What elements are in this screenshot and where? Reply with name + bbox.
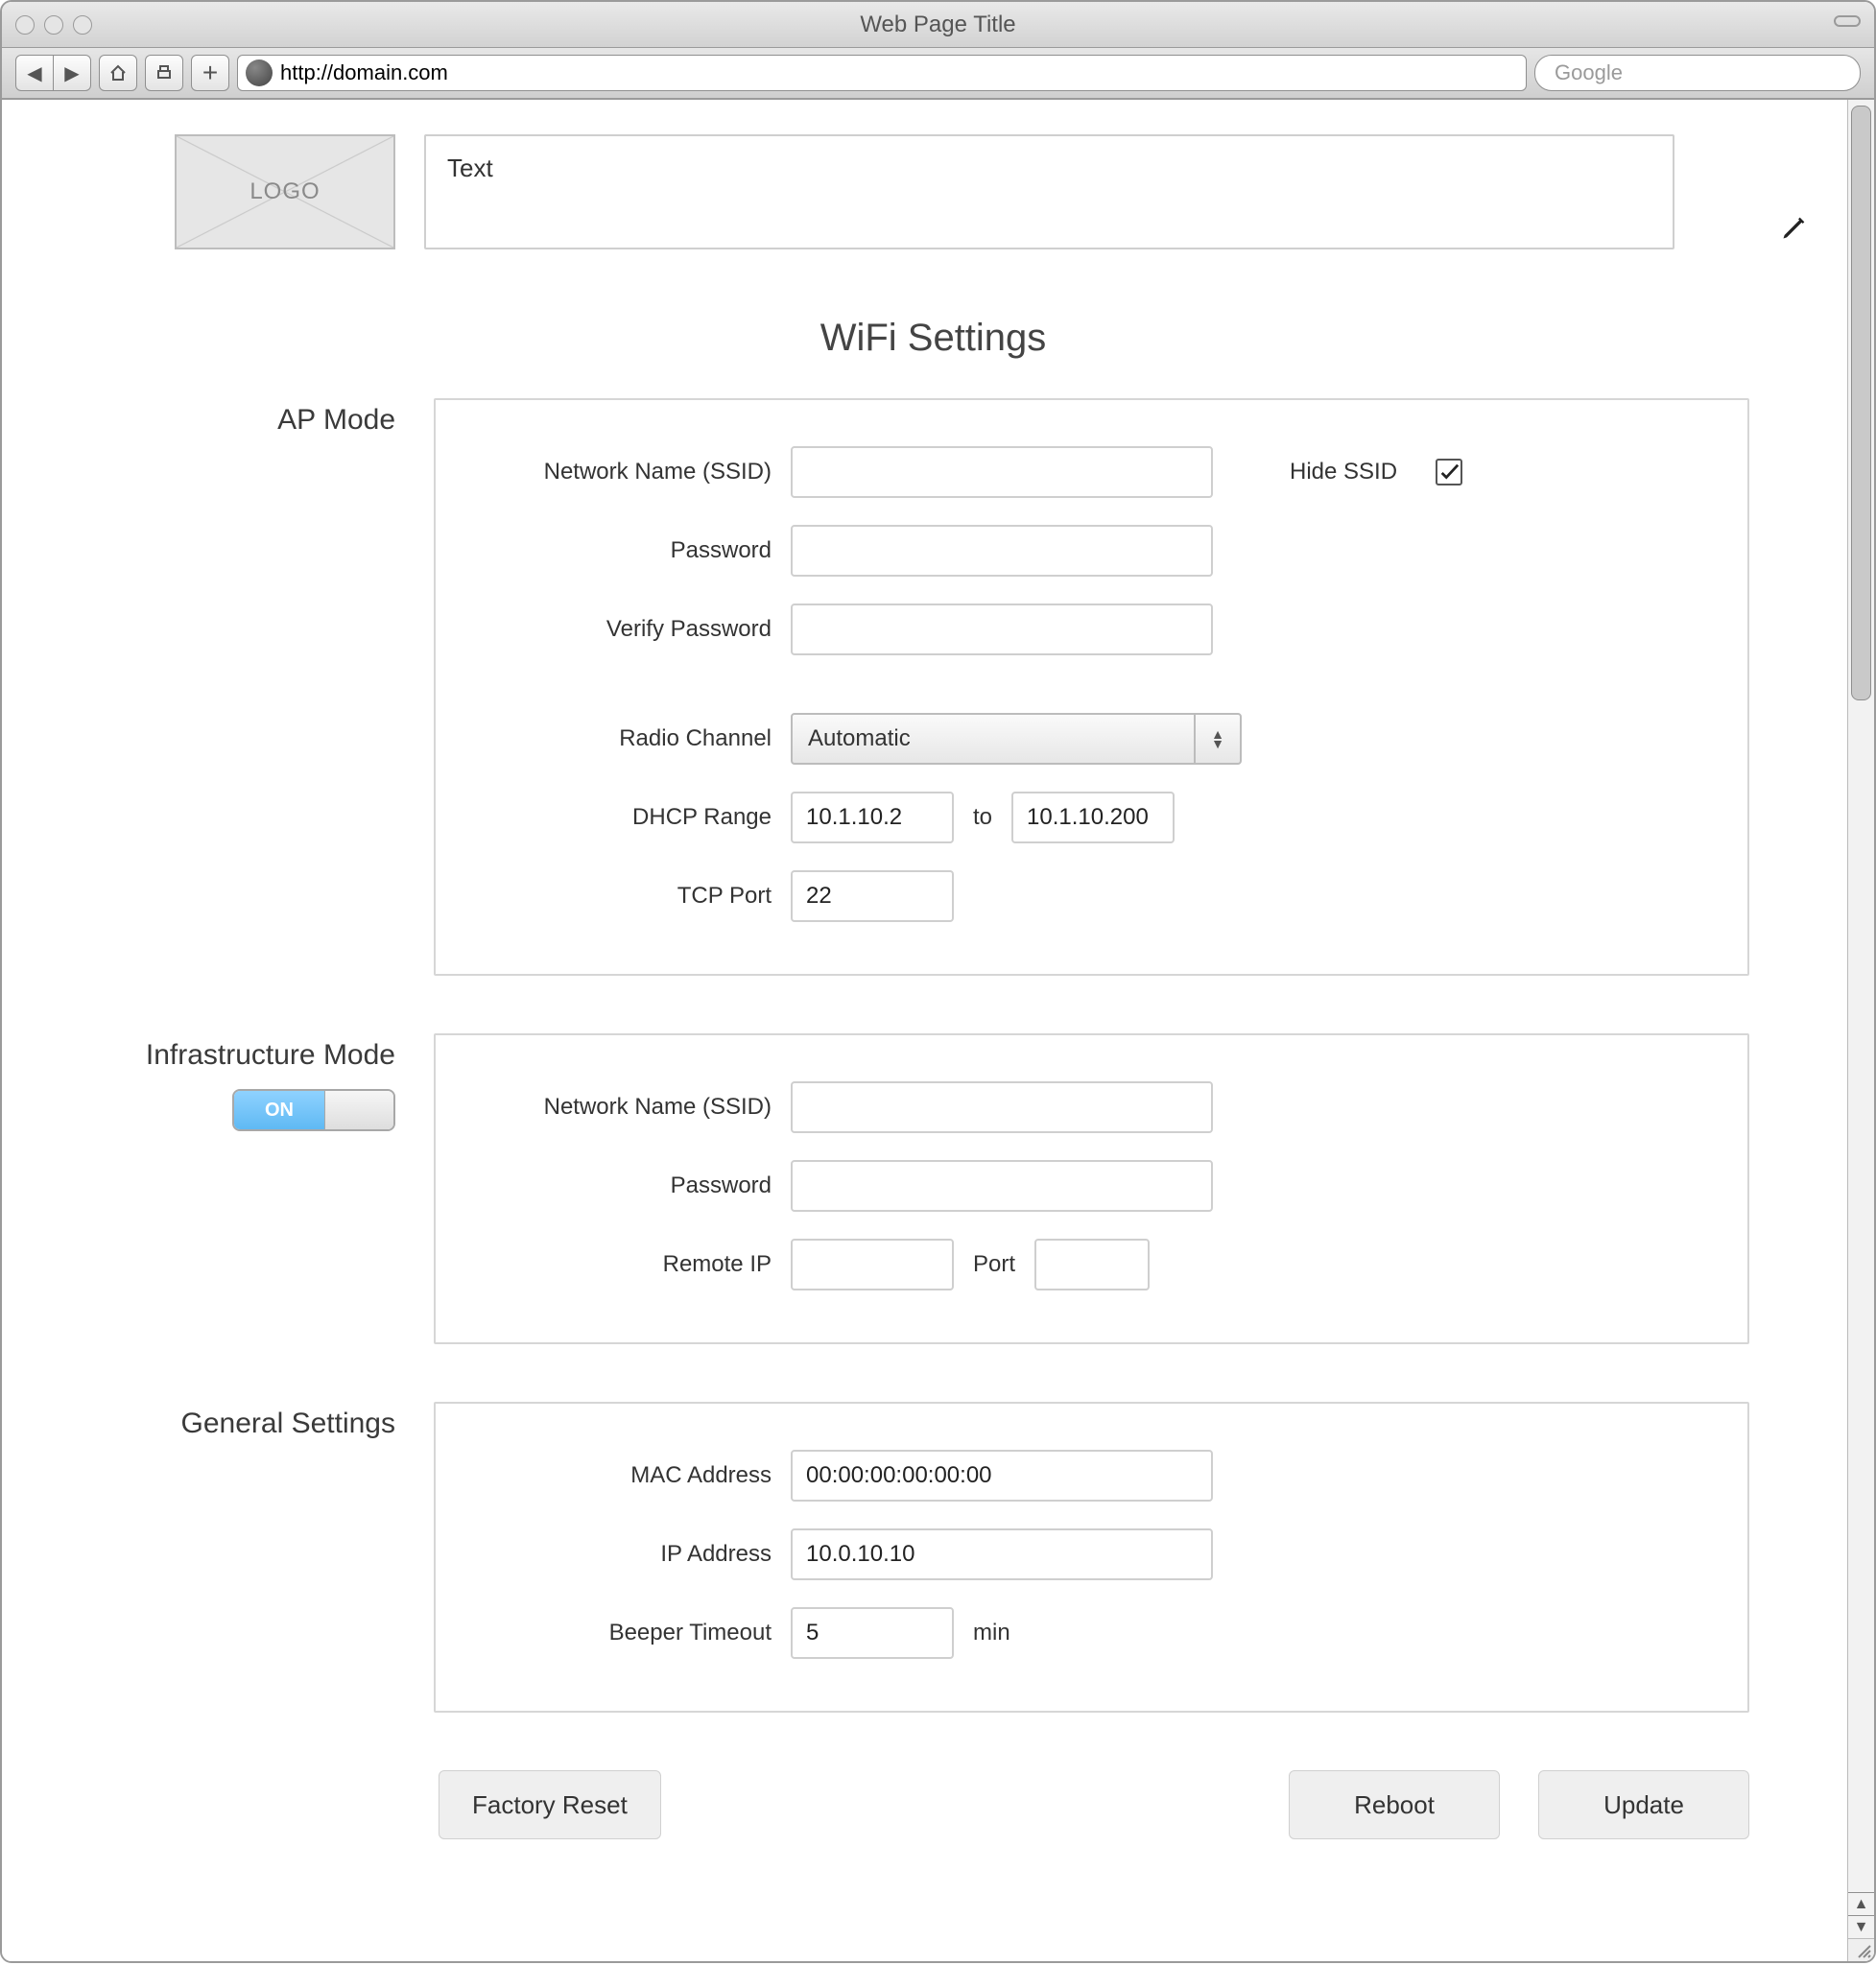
input-remote-port[interactable] bbox=[1034, 1239, 1150, 1290]
toggle-knob bbox=[324, 1091, 393, 1129]
label-tcp-port: TCP Port bbox=[493, 883, 772, 910]
update-button[interactable]: Update bbox=[1538, 1770, 1749, 1839]
page-viewport: LOGO Text WiFi Settings AP Mode Network … bbox=[2, 100, 1874, 1961]
label-beeper: Beeper Timeout bbox=[493, 1620, 772, 1646]
input-remote-ip[interactable] bbox=[791, 1239, 954, 1290]
page-title: WiFi Settings bbox=[59, 317, 1807, 360]
add-tab-button[interactable]: + bbox=[191, 55, 229, 91]
back-button[interactable]: ◀ bbox=[15, 55, 54, 91]
scroll-up-icon[interactable]: ▲ bbox=[1848, 1893, 1874, 1916]
browser-window: Web Page Title ◀ ▶ + LOGO Text bbox=[0, 0, 1876, 1963]
label-verify-password: Verify Password bbox=[493, 616, 772, 643]
select-radio-channel[interactable]: Automatic ▲▼ bbox=[791, 713, 1242, 765]
browser-toolbar: ◀ ▶ + bbox=[2, 48, 1874, 100]
action-buttons: Factory Reset Reboot Update bbox=[439, 1770, 1749, 1839]
search-bar[interactable] bbox=[1534, 55, 1861, 91]
input-beeper[interactable] bbox=[791, 1607, 954, 1659]
select-radio-channel-value: Automatic bbox=[808, 725, 911, 752]
toggle-on-label: ON bbox=[234, 1091, 324, 1129]
label-dhcp-range: DHCP Range bbox=[493, 804, 772, 831]
logo-text: LOGO bbox=[249, 178, 320, 205]
logo-placeholder: LOGO bbox=[175, 134, 395, 249]
input-mac[interactable] bbox=[791, 1450, 1213, 1502]
label-port: Port bbox=[973, 1251, 1015, 1278]
label-infra-ssid: Network Name (SSID) bbox=[493, 1094, 772, 1121]
input-ip[interactable] bbox=[791, 1528, 1213, 1580]
edit-icon[interactable] bbox=[1780, 215, 1807, 242]
label-radio-channel: Radio Channel bbox=[493, 725, 772, 752]
header-text-box: Text bbox=[424, 134, 1674, 249]
resize-handle-icon[interactable] bbox=[1847, 1938, 1874, 1961]
section-label-general: General Settings bbox=[59, 1402, 395, 1713]
label-ip: IP Address bbox=[493, 1541, 772, 1568]
print-button[interactable] bbox=[145, 55, 183, 91]
window-pill-icon bbox=[1834, 15, 1861, 27]
label-ssid: Network Name (SSID) bbox=[493, 459, 772, 485]
input-dhcp-to[interactable] bbox=[1011, 792, 1175, 843]
input-dhcp-from[interactable] bbox=[791, 792, 954, 843]
label-infra-password: Password bbox=[493, 1172, 772, 1199]
section-infra-mode: Infrastructure Mode ON Network Name (SSI… bbox=[59, 1033, 1807, 1344]
window-title: Web Page Title bbox=[2, 12, 1874, 38]
section-label-infra: Infrastructure Mode bbox=[146, 1039, 395, 1072]
input-infra-ssid[interactable] bbox=[791, 1081, 1213, 1133]
section-ap-mode: AP Mode Network Name (SSID) Hide SSID Pa… bbox=[59, 398, 1807, 976]
label-mac: MAC Address bbox=[493, 1462, 772, 1489]
vertical-scrollbar[interactable]: ▲ ▼ bbox=[1847, 100, 1874, 1938]
forward-button[interactable]: ▶ bbox=[53, 55, 91, 91]
toggle-infra-mode[interactable]: ON bbox=[232, 1089, 395, 1131]
window-titlebar: Web Page Title bbox=[2, 2, 1874, 48]
chevron-updown-icon: ▲▼ bbox=[1194, 715, 1240, 763]
scrollbar-thumb[interactable] bbox=[1851, 106, 1871, 700]
checkbox-hide-ssid[interactable] bbox=[1436, 459, 1462, 485]
input-infra-password[interactable] bbox=[791, 1160, 1213, 1212]
label-beeper-unit: min bbox=[973, 1620, 1010, 1646]
globe-icon bbox=[246, 59, 273, 86]
home-button[interactable] bbox=[99, 55, 137, 91]
url-input[interactable] bbox=[278, 59, 1522, 86]
label-remote-ip: Remote IP bbox=[493, 1251, 772, 1278]
search-input[interactable] bbox=[1553, 59, 1842, 86]
input-password[interactable] bbox=[791, 525, 1213, 577]
label-password: Password bbox=[493, 537, 772, 564]
label-hide-ssid: Hide SSID bbox=[1290, 459, 1397, 485]
input-ssid[interactable] bbox=[791, 446, 1213, 498]
input-tcp-port[interactable] bbox=[791, 870, 954, 922]
reboot-button[interactable]: Reboot bbox=[1289, 1770, 1500, 1839]
factory-reset-button[interactable]: Factory Reset bbox=[439, 1770, 661, 1839]
scroll-down-icon[interactable]: ▼ bbox=[1848, 1916, 1874, 1938]
section-label-ap: AP Mode bbox=[59, 398, 395, 976]
header-text: Text bbox=[447, 154, 493, 182]
input-verify-password[interactable] bbox=[791, 604, 1213, 655]
url-bar[interactable] bbox=[237, 55, 1527, 91]
label-to: to bbox=[973, 804, 992, 831]
section-general: General Settings MAC Address IP Address … bbox=[59, 1402, 1807, 1713]
